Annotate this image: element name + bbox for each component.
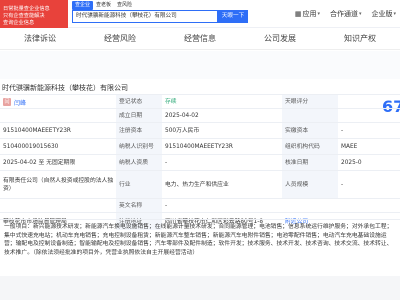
apps-grid-icon: ▦ [294, 10, 302, 18]
table-row: 有限责任公司（自然人投资或控股的法人独资） 行业 电力、热力生产和供应业 人员规… [0, 170, 400, 198]
staff-label: 人员规模 [282, 171, 338, 198]
rating-label: 天眼评分 [282, 95, 338, 108]
search-button[interactable]: 天眼一下 [218, 10, 248, 23]
chevron-down-icon: ▾ [393, 11, 396, 17]
taxpayer-qual-label: 纳税人资质 [116, 155, 162, 170]
approval-date-value: 2025-0 [341, 160, 362, 166]
est-date-label: 成立日期 [116, 109, 162, 122]
search-tab-risk[interactable]: 查风险 [114, 1, 135, 10]
search-input[interactable]: 时代骐骥新能源科技（攀枝花）有限公司 [72, 10, 218, 23]
company-type-value: 有限责任公司（自然人投资或控股的法人独资） [3, 178, 114, 192]
taxpayer-qual-value: - [165, 160, 168, 166]
top-nav: ▦ 应用 ▾ 合作通道 ▾ 企业版 ▾ [295, 9, 396, 19]
table-row: 闫 闫峰 登记状态 存续 天眼评分 67 [0, 94, 400, 116]
nav-apps[interactable]: ▦ 应用 ▾ [295, 9, 320, 19]
reg-no-value: 510400019015630 [3, 144, 59, 150]
chevron-down-icon: ▾ [358, 11, 362, 17]
org-code-value: MAEE [341, 144, 358, 150]
table-row: 510400019015630 纳税人识别号 91510400MAEEETY23… [0, 138, 400, 154]
industry-label: 行业 [116, 171, 162, 198]
search-tab-company[interactable]: 查企业 [72, 1, 94, 10]
business-scope: 一般项目：新兴能源技术研发；新能源汽车换电设施销售；在线能源计量技术研发；合同能… [0, 219, 400, 275]
est-date-value: 2025-04-02 [165, 113, 199, 119]
taxpayer-id-label: 纳税人识别号 [116, 139, 162, 154]
nav-enterprise[interactable]: 企业版 ▾ [371, 9, 396, 19]
tab-risk[interactable]: 经营风险 [80, 28, 160, 49]
company-title: 时代骐骥新能源科技（攀枝花）有限公司 [2, 84, 128, 92]
reg-status-value: 存续 [165, 99, 177, 105]
nav-partner[interactable]: 合作通道 ▾ [330, 9, 362, 19]
staff-value: - [341, 182, 344, 188]
table-row: 英文名称 - [0, 198, 400, 212]
chevron-down-icon: ▾ [317, 11, 320, 17]
blank-band [0, 51, 400, 79]
tab-development[interactable]: 公司发展 [240, 28, 320, 49]
table-row: 2025-04-02 至 无固定期限 纳税人资质 - 核准日期 2025-0 [0, 154, 400, 170]
term-value: 2025-04-02 至 无固定期限 [3, 160, 76, 166]
english-name-label: 英文名称 [116, 199, 162, 212]
promo-line-3: 查询企业信息 [3, 20, 35, 26]
top-header: 日常批量查企业信息 只有企查查能解决 查询企业信息 查企业 查老板 查风险 时代… [0, 0, 400, 28]
promo-line-2: 只有企查查能解决 [3, 13, 45, 19]
approval-date-label: 核准日期 [282, 155, 338, 170]
promo-banner[interactable]: 日常批量查企业信息 只有企查查能解决 查询企业信息 [0, 0, 68, 28]
credit-code-value: 91510400MAEEETY23R [3, 128, 71, 134]
nav-partner-label: 合作通道 [329, 10, 358, 18]
rating-label-bg [282, 109, 338, 122]
nav-enterprise-label: 企业版 [371, 10, 393, 18]
promo-line-1: 日常批量查企业信息 [3, 6, 50, 12]
paid-capital-value: - [341, 128, 344, 134]
tab-operation[interactable]: 经营信息 [160, 28, 240, 49]
industry-value: 电力、热力生产和供应业 [165, 182, 229, 188]
table-row: 成立日期 2025-04-02 [0, 108, 400, 122]
table-row: 91510400MAEEETY23R 注册资本 500万人民币 实缴资本 - [0, 122, 400, 138]
reg-capital-value: 500万人民币 [165, 128, 200, 134]
taxpayer-id-value: 91510400MAEEETY23R [165, 144, 233, 150]
reg-status-label: 登记状态 [116, 95, 162, 108]
tab-legal[interactable]: 法律诉讼 [0, 28, 80, 49]
english-name-value: - [165, 203, 168, 209]
org-code-label: 组织机构代码 [282, 139, 338, 154]
search-tab-boss[interactable]: 查老板 [93, 1, 114, 10]
paid-capital-label: 实缴资本 [282, 123, 338, 138]
tab-ip[interactable]: 知识产权 [320, 28, 400, 49]
avatar: 闫 [3, 98, 11, 106]
section-tabs: 法律诉讼 经营风险 经营信息 公司发展 知识产权 [0, 28, 400, 50]
reg-capital-label: 注册资本 [116, 123, 162, 138]
nav-apps-label: 应用 [302, 10, 317, 18]
footer-band [0, 276, 400, 300]
legal-rep-name[interactable]: 闫峰 [14, 98, 26, 107]
search-type-tabs: 查企业 查老板 查风险 [72, 1, 135, 10]
